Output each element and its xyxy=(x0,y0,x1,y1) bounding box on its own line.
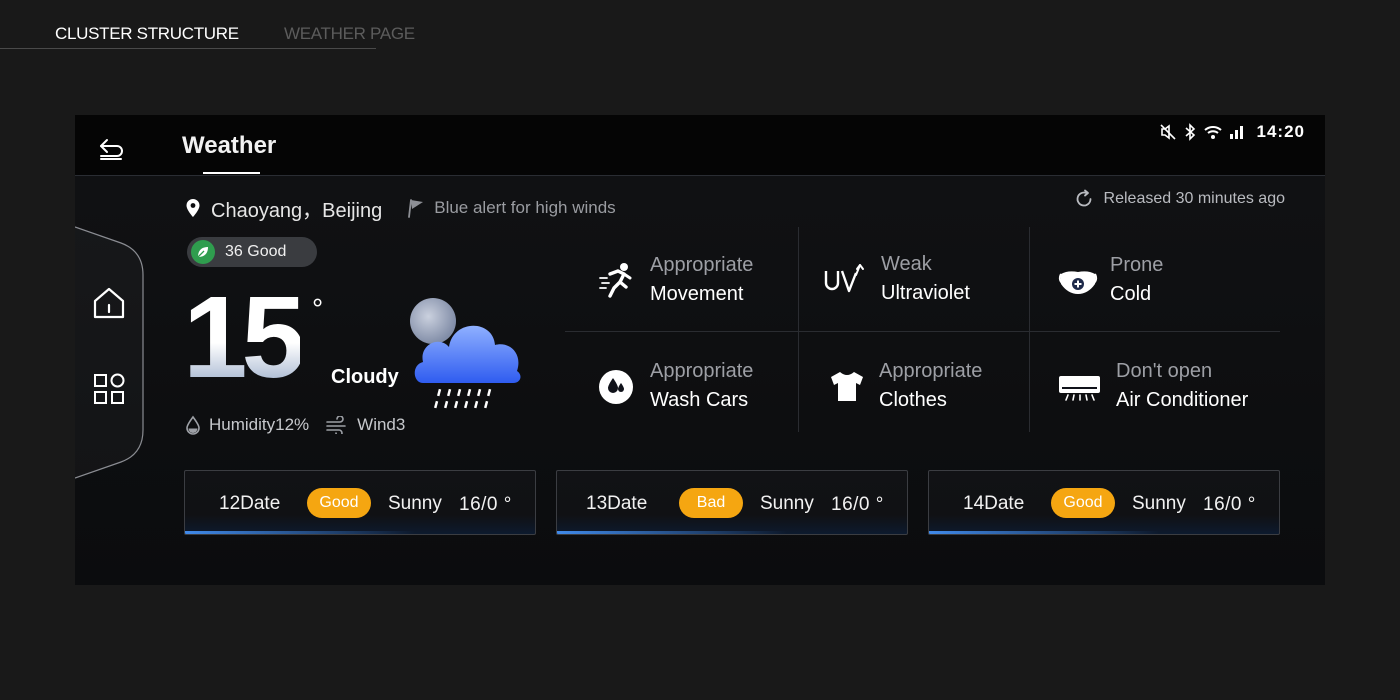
current-temperature: 15 xyxy=(183,272,306,402)
index-clothes[interactable]: Appropriate Clothes xyxy=(827,356,1047,416)
mute-icon xyxy=(1159,124,1176,140)
back-arrow-icon xyxy=(100,139,123,160)
index-label: Appropriate xyxy=(650,360,754,382)
humidity-text: Humidity12% xyxy=(209,415,310,434)
air-quality-badge[interactable]: 36 Good xyxy=(187,237,317,267)
page-title: Weather xyxy=(182,132,277,159)
home-button[interactable] xyxy=(91,285,127,321)
air-quality-badge: Good xyxy=(1051,488,1115,518)
forecast-card[interactable]: 12Date Good Sunny 16/0 ° xyxy=(184,470,536,535)
status-bar: 14:20 xyxy=(1159,121,1305,143)
wifi-icon xyxy=(1203,126,1222,139)
released-text: Released 30 minutes ago xyxy=(1103,190,1285,207)
mask-icon xyxy=(1058,260,1098,300)
index-value: Air Conditioner xyxy=(1116,389,1249,411)
wind-text: Wind3 xyxy=(357,415,406,434)
uv-icon xyxy=(823,259,864,299)
weather-screen: Weather 14:20 Chaoyang，Beijing Blue aler… xyxy=(75,115,1325,585)
forecast-date: 14Date xyxy=(963,493,1025,514)
forecast-condition: Sunny xyxy=(388,493,442,514)
bluetooth-icon xyxy=(1184,123,1195,141)
index-air-conditioner[interactable]: Don't open Air Conditioner xyxy=(1058,356,1278,416)
index-cold[interactable]: Prone Cold xyxy=(1058,250,1278,310)
air-conditioner-icon xyxy=(1058,366,1102,406)
index-label: Don't open xyxy=(1116,360,1213,382)
home-icon xyxy=(93,287,125,319)
humidity-info: Humidity12% xyxy=(185,415,309,435)
weather-meta: Humidity12% Wind3 xyxy=(185,415,421,435)
forecast-temperature-range: 16/0 ° xyxy=(1203,494,1256,515)
side-nav xyxy=(75,225,145,480)
index-label: Prone xyxy=(1110,254,1164,276)
aqi-label: 36 Good xyxy=(225,243,287,260)
forecast-temperature-range: 16/0 ° xyxy=(459,494,512,515)
header-divider xyxy=(75,175,1325,176)
degree-symbol: ° xyxy=(312,293,324,324)
alert-flag-icon xyxy=(408,199,424,218)
index-value: Ultraviolet xyxy=(881,282,970,304)
tab-weather-page[interactable]: WEATHER PAGE xyxy=(284,24,415,44)
tshirt-icon xyxy=(827,366,867,406)
index-label: Appropriate xyxy=(879,360,983,382)
presentation-tabs: CLUSTER STRUCTURE WEATHER PAGE xyxy=(0,0,1400,60)
weather-alert[interactable]: Blue alert for high winds xyxy=(434,198,615,218)
apps-button[interactable] xyxy=(91,371,127,407)
index-value: Clothes xyxy=(879,389,947,411)
tab-underline xyxy=(0,48,376,49)
index-wash-cars[interactable]: Appropriate Wash Cars xyxy=(598,356,818,416)
water-drop-icon xyxy=(598,366,638,406)
running-icon xyxy=(598,260,638,300)
wind-icon xyxy=(326,416,346,434)
forecast-condition: Sunny xyxy=(1132,493,1186,514)
leaf-icon xyxy=(191,240,215,264)
cloud-rain-icon xyxy=(405,291,535,421)
apps-grid-icon xyxy=(94,373,125,404)
location-text[interactable]: Chaoyang，Beijing xyxy=(211,194,382,223)
forecast-card[interactable]: 14Date Good Sunny 16/0 ° xyxy=(928,470,1280,535)
index-movement[interactable]: Appropriate Movement xyxy=(598,250,818,310)
wind-info: Wind3 xyxy=(325,415,405,435)
current-condition: Cloudy xyxy=(331,366,399,388)
humidity-drop-icon xyxy=(186,415,200,435)
air-quality-badge: Bad xyxy=(679,488,743,518)
index-label: Appropriate xyxy=(650,254,754,276)
index-ultraviolet[interactable]: Weak Ultraviolet xyxy=(823,249,1043,309)
index-grid-divider xyxy=(565,331,1280,332)
signal-icon xyxy=(1229,126,1243,139)
index-value: Cold xyxy=(1110,283,1152,305)
location-row: Chaoyang，Beijing Blue alert for high win… xyxy=(185,194,616,223)
refresh-icon xyxy=(1076,189,1091,207)
release-info[interactable]: Released 30 minutes ago xyxy=(1074,189,1285,209)
side-nav-frame xyxy=(75,226,144,479)
index-value: Wash Cars xyxy=(650,389,749,411)
clock: 14:20 xyxy=(1256,122,1305,141)
forecast-date: 12Date xyxy=(219,493,281,514)
air-quality-badge: Good xyxy=(307,488,371,518)
index-label: Weak xyxy=(881,253,932,275)
title-underline xyxy=(203,172,260,174)
forecast-card[interactable]: 13Date Bad Sunny 16/0 ° xyxy=(556,470,908,535)
forecast-temperature-range: 16/0 ° xyxy=(831,494,884,515)
tab-cluster-structure[interactable]: CLUSTER STRUCTURE xyxy=(55,24,239,44)
index-value: Movement xyxy=(650,283,744,305)
forecast-condition: Sunny xyxy=(760,493,814,514)
location-pin-icon xyxy=(186,199,200,217)
forecast-date: 13Date xyxy=(586,493,648,514)
back-button[interactable] xyxy=(97,135,127,165)
